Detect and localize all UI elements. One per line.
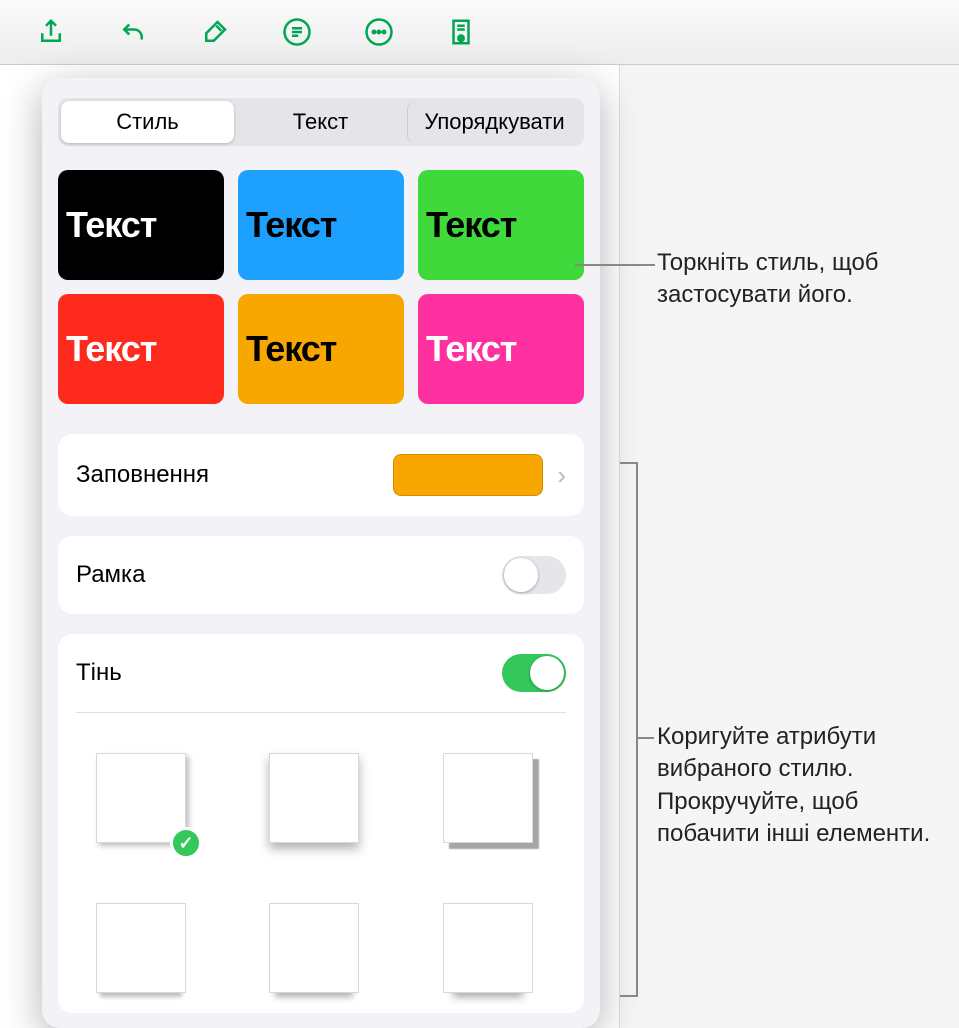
shadow-label: Тінь — [76, 659, 502, 687]
border-toggle[interactable] — [502, 556, 566, 594]
style-preset-2[interactable]: Текст — [418, 170, 584, 280]
style-preset-3[interactable]: Текст — [58, 294, 224, 404]
format-popover: Стиль Текст Упорядкувати ТекстТекстТекст… — [42, 78, 600, 1028]
callout-bracket-v — [636, 462, 638, 997]
shadow-card: Тінь ✓ — [58, 634, 584, 1013]
share-icon[interactable] — [30, 11, 72, 53]
undo-icon[interactable] — [112, 11, 154, 53]
shadow-option-4[interactable] — [259, 893, 369, 1003]
style-preset-4[interactable]: Текст — [238, 294, 404, 404]
paintbrush-icon[interactable] — [194, 11, 236, 53]
callout-bracket-bottom — [620, 995, 637, 997]
border-label: Рамка — [76, 561, 502, 589]
tab-segmented-control: Стиль Текст Упорядкувати — [58, 98, 584, 146]
tab-arrange[interactable]: Упорядкувати — [407, 101, 581, 143]
chevron-right-icon: › — [557, 460, 566, 491]
check-icon: ✓ — [170, 827, 202, 859]
more-icon[interactable] — [358, 11, 400, 53]
fill-label: Заповнення — [76, 461, 393, 489]
toolbar — [0, 0, 959, 65]
callout-bracket-top — [620, 462, 637, 464]
shadow-option-0[interactable]: ✓ — [86, 743, 196, 853]
callout-bracket-mid — [636, 737, 654, 739]
shadow-option-1[interactable] — [259, 743, 369, 853]
callout-tap-style: Торкніть стиль, щоб застосувати його. — [657, 247, 937, 312]
fill-swatch[interactable] — [393, 454, 543, 496]
read-icon[interactable] — [440, 11, 482, 53]
shadow-option-grid: ✓ — [58, 713, 584, 1013]
callout-adjust-attrs: Коригуйте атрибути вибраного стилю. Прок… — [657, 721, 947, 851]
shadow-option-2[interactable] — [433, 743, 543, 853]
tab-text[interactable]: Текст — [234, 101, 407, 143]
style-preset-0[interactable]: Текст — [58, 170, 224, 280]
fill-row[interactable]: Заповнення › — [58, 434, 584, 516]
tab-style[interactable]: Стиль — [61, 101, 234, 143]
callout-line — [575, 264, 655, 266]
border-row: Рамка — [58, 536, 584, 614]
style-preset-1[interactable]: Текст — [238, 170, 404, 280]
shadow-toggle[interactable] — [502, 654, 566, 692]
paragraph-icon[interactable] — [276, 11, 318, 53]
style-preset-5[interactable]: Текст — [418, 294, 584, 404]
style-preset-grid: ТекстТекстТекстТекстТекстТекст — [58, 170, 584, 404]
shadow-option-3[interactable] — [86, 893, 196, 1003]
shadow-option-5[interactable] — [433, 893, 543, 1003]
